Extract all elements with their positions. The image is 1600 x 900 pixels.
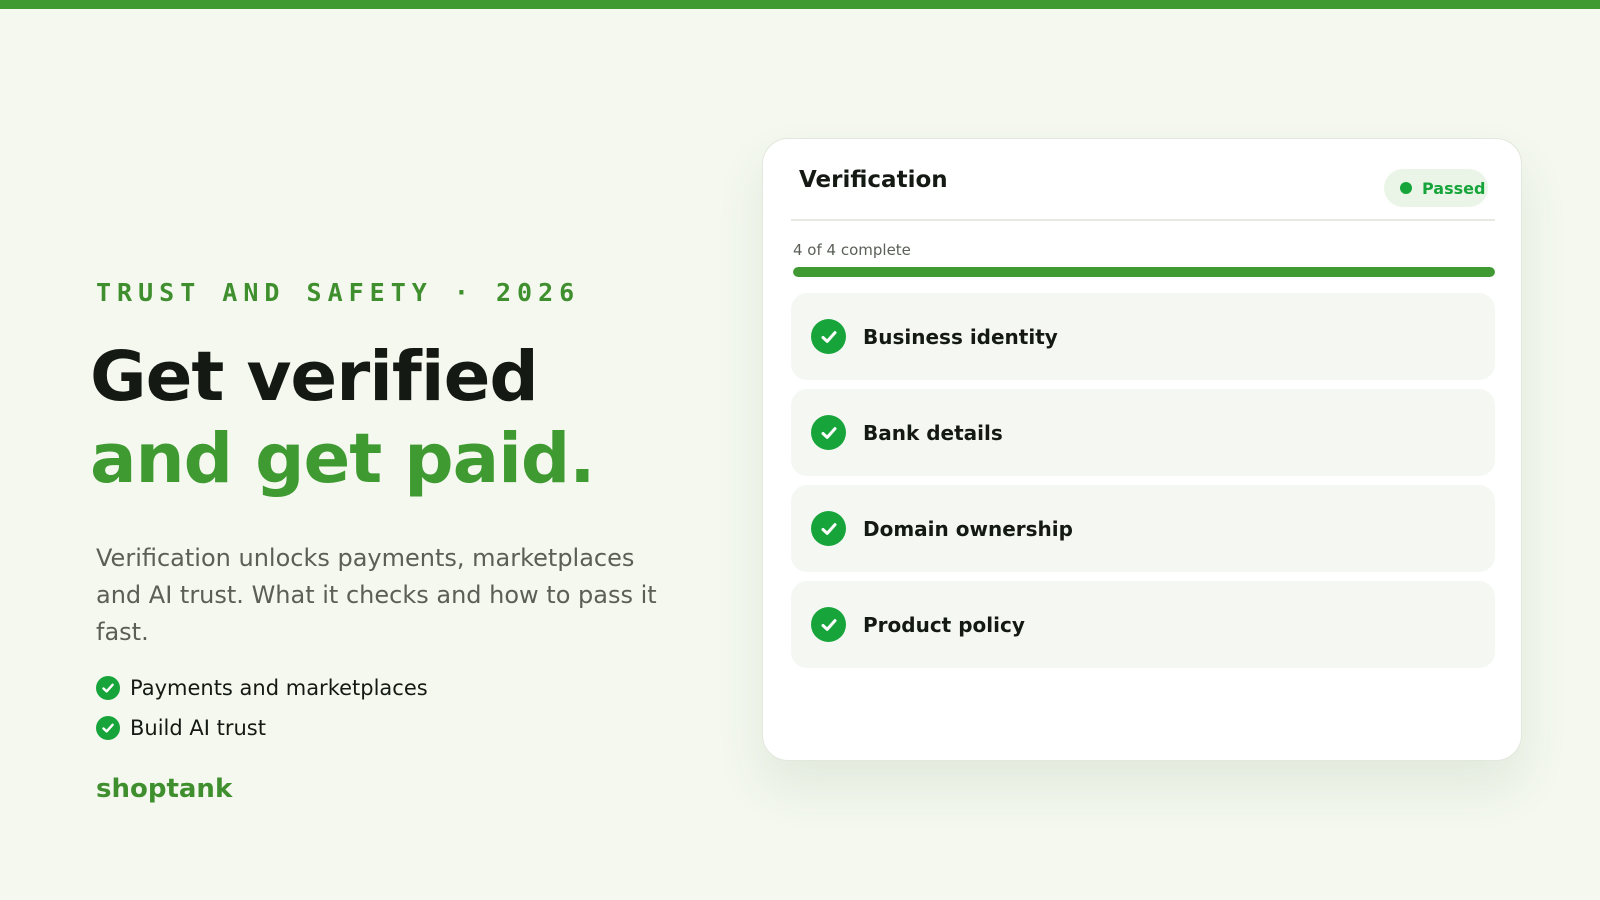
brand-logo[interactable]: shoptank — [96, 774, 232, 804]
headline: Get verified and get paid. — [90, 336, 595, 500]
step-label: Business identity — [863, 324, 1058, 349]
step-bank-details[interactable]: Bank details — [791, 389, 1495, 476]
progress-bar — [793, 267, 1495, 277]
card-divider — [791, 219, 1495, 221]
progress-label: 4 of 4 complete — [793, 241, 911, 259]
check-circle-icon — [811, 607, 846, 642]
verification-card: Verification Passed 4 of 4 complete Busi… — [762, 138, 1522, 761]
description: Verification unlocks payments, marketpla… — [96, 544, 657, 646]
progress-fill — [793, 267, 1495, 277]
verification-steps: Business identity Bank details Domain ow… — [791, 293, 1495, 677]
benefit-item: Payments and marketplaces — [96, 668, 428, 708]
check-circle-icon — [811, 415, 846, 450]
step-label: Product policy — [863, 612, 1025, 637]
check-circle-icon — [811, 511, 846, 546]
step-product-policy[interactable]: Product policy — [791, 581, 1495, 668]
check-circle-icon — [96, 676, 120, 700]
headline-line-2: and get paid. — [90, 419, 595, 499]
step-label: Domain ownership — [863, 516, 1073, 541]
page: TRUST AND SAFETY · 2026 Get verified and… — [0, 0, 1600, 900]
eyebrow-label: TRUST AND SAFETY · 2026 — [96, 278, 581, 307]
status-badge: Passed — [1384, 169, 1488, 207]
headline-line-1: Get verified — [90, 337, 539, 417]
card-title: Verification — [799, 167, 948, 193]
status-label: Passed — [1422, 178, 1486, 198]
check-circle-icon — [96, 716, 120, 740]
status-dot-icon — [1400, 182, 1412, 194]
hero-section: TRUST AND SAFETY · 2026 Get verified and… — [90, 0, 690, 900]
benefit-list: Payments and marketplaces Build AI trust — [96, 668, 428, 748]
step-label: Bank details — [863, 420, 1003, 445]
benefit-item: Build AI trust — [96, 708, 428, 748]
step-business-identity[interactable]: Business identity — [791, 293, 1495, 380]
benefit-label: Payments and marketplaces — [130, 676, 428, 700]
check-circle-icon — [811, 319, 846, 354]
step-domain-ownership[interactable]: Domain ownership — [791, 485, 1495, 572]
benefit-label: Build AI trust — [130, 716, 266, 740]
